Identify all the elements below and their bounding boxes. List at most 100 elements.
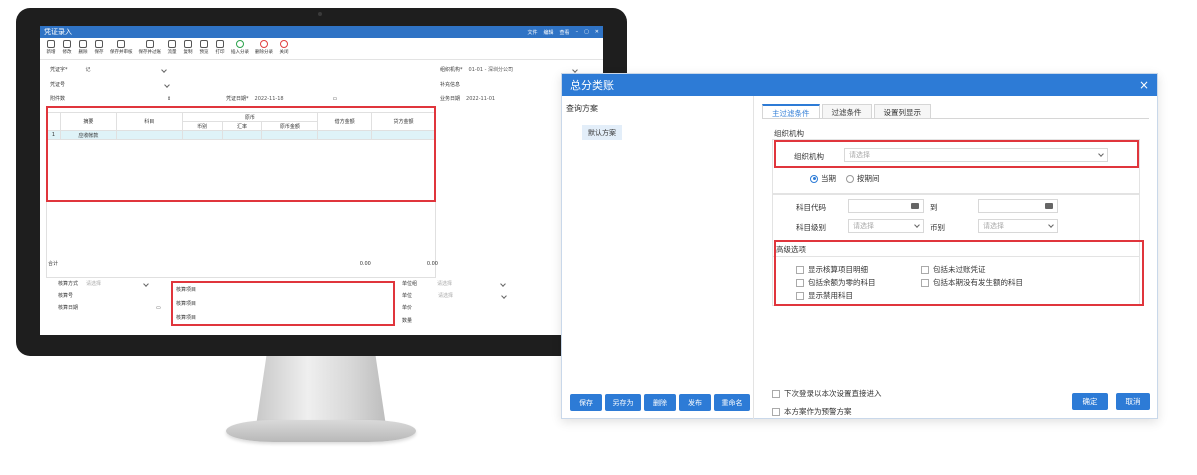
highlight-org	[774, 140, 1139, 168]
biz-date-row: 业务日期 2022-11-01	[440, 95, 496, 103]
stepper-icon[interactable]: ⇕	[167, 96, 171, 102]
org-field[interactable]: 01-01 - 深圳分公司	[469, 66, 567, 73]
tab-main-filter[interactable]: 主过滤条件	[762, 104, 820, 118]
to-label: 到	[930, 203, 938, 212]
rename-button[interactable]: 重命名	[714, 394, 750, 411]
unit-row: 单位 请选择	[402, 292, 507, 299]
org-row: 组织机构* 01-01 - 深圳分公司	[440, 66, 578, 73]
calc-date-row: 核算日期 ▭	[58, 304, 161, 312]
highlight-advanced	[774, 240, 1144, 306]
save-post-button[interactable]: 保存并过账	[137, 40, 164, 59]
quantity-row: 数量	[402, 318, 413, 324]
close-icon[interactable]: ×	[1139, 78, 1149, 92]
save-icon	[95, 40, 103, 48]
chart-icon	[168, 40, 176, 48]
radio-selected-icon	[810, 174, 818, 183]
monitor-screen: 凭证录入 文件 编辑 查看 – ▢ ✕ 新增 修改 删除 保存 保存并审核 保存…	[40, 26, 603, 335]
insert-entry-button[interactable]: 插入分录	[229, 40, 251, 59]
supp-info-row: 补充信息	[440, 82, 461, 88]
voucher-word-select[interactable]: 记	[86, 66, 156, 73]
check-next-login[interactable]: 下次登录以本次设置直接进入	[772, 388, 882, 399]
save-as-button[interactable]: 另存为	[605, 394, 641, 411]
checkbox-icon	[772, 389, 780, 398]
calc-method-row: 核算方式 请选择	[58, 280, 149, 287]
flow-button[interactable]: 流量	[165, 40, 179, 59]
tab-column-display[interactable]: 设置列显示	[873, 104, 931, 118]
check-warning-scheme[interactable]: 本方案作为预警方案	[772, 406, 852, 417]
chevron-down-icon[interactable]	[143, 280, 149, 287]
chevron-down-icon[interactable]	[164, 81, 170, 88]
save-button[interactable]: 保存	[92, 40, 106, 59]
account-code-to[interactable]	[978, 199, 1058, 213]
tab-filter-conditions[interactable]: 过滤条件	[821, 104, 872, 118]
monitor: 凭证录入 文件 编辑 查看 – ▢ ✕ 新增 修改 删除 保存 保存并审核 保存…	[16, 8, 627, 356]
eye-icon	[200, 40, 208, 48]
save-audit-button[interactable]: 保存并审核	[108, 40, 135, 59]
publish-button[interactable]: 发布	[679, 394, 711, 411]
play-icon	[236, 40, 244, 48]
add-icon	[47, 40, 55, 48]
minus-circle-icon	[260, 40, 268, 48]
radio-by-period[interactable]: 按期间	[846, 173, 880, 184]
copy-icon	[184, 40, 192, 48]
folder-icon[interactable]	[911, 203, 919, 209]
unit-group-row: 单位组 请选择	[402, 280, 506, 287]
calendar-icon[interactable]: ▭	[333, 96, 338, 102]
chevron-down-icon[interactable]	[501, 292, 507, 299]
app-toolbar: 新增 修改 删除 保存 保存并审核 保存并过账 流量 复制 预览 打印 插入分录…	[40, 38, 603, 60]
edit-button[interactable]: 修改	[60, 40, 74, 59]
chevron-down-icon[interactable]	[571, 66, 578, 73]
account-level-select[interactable]: 请选择	[848, 219, 924, 233]
cancel-button[interactable]: 取消	[1116, 393, 1150, 410]
filter-panel: 主过滤条件 过滤条件 设置列显示 组织机构 组织机构 请选择 当期 按期间 科目…	[758, 96, 1157, 419]
currency-label: 币别	[930, 223, 945, 232]
radio-empty-icon	[846, 174, 854, 183]
add-button[interactable]: 新增	[44, 40, 58, 59]
print-button[interactable]: 打印	[213, 40, 227, 59]
maximize-icon[interactable]: ▢	[584, 29, 589, 35]
voucher-date-row: 凭证日期* 2022-11-18 ▭	[226, 95, 338, 103]
preview-button[interactable]: 预览	[197, 40, 211, 59]
app-title: 凭证录入	[44, 28, 72, 36]
default-scheme-item[interactable]: 默认方案	[582, 125, 622, 140]
ok-button[interactable]: 确定	[1072, 393, 1108, 410]
unit-price-row: 单价	[402, 305, 413, 311]
calc-method-select[interactable]: 请选择	[86, 280, 136, 287]
scheme-panel-title: 查询方案	[566, 104, 598, 113]
menu-view[interactable]: 查看	[560, 29, 570, 36]
power-icon	[280, 40, 288, 48]
chevron-down-icon[interactable]	[160, 66, 167, 73]
calendar-icon[interactable]: ▭	[156, 305, 161, 311]
tab-divider	[762, 118, 1149, 119]
biz-date-field[interactable]: 2022-11-01	[466, 96, 495, 102]
save-scheme-button[interactable]: 保存	[570, 394, 602, 411]
filter-tabs: 主过滤条件 过滤条件 设置列显示	[762, 104, 933, 118]
copy-button[interactable]: 复制	[181, 40, 195, 59]
org-section-title: 组织机构	[774, 129, 804, 138]
account-code-label: 科目代码	[796, 203, 826, 212]
post-icon	[145, 40, 154, 48]
folder-icon[interactable]	[1045, 203, 1053, 209]
monitor-stand-base	[226, 420, 416, 442]
radio-current-period[interactable]: 当期	[810, 173, 836, 184]
minimize-icon[interactable]: –	[576, 29, 579, 35]
app-titlebar: 凭证录入 文件 编辑 查看 – ▢ ✕	[40, 26, 603, 38]
delete-scheme-button[interactable]: 删除	[644, 394, 676, 411]
chevron-down-icon[interactable]	[500, 280, 506, 287]
menu-edit[interactable]: 编辑	[544, 29, 554, 36]
chevron-down-icon	[1048, 222, 1054, 228]
printer-icon	[216, 40, 224, 48]
close-button[interactable]: 关闭	[277, 40, 291, 59]
delete-entry-button[interactable]: 删除分录	[253, 40, 275, 59]
currency-select[interactable]: 请选择	[978, 219, 1058, 233]
menu-file[interactable]: 文件	[528, 29, 538, 36]
calc-no-row: 核算号	[58, 293, 74, 299]
close-icon[interactable]: ✕	[595, 29, 599, 35]
dialog-title: 总分类账	[570, 79, 614, 92]
voucher-date-field[interactable]: 2022-11-18	[255, 96, 327, 102]
monitor-stand-neck	[256, 356, 386, 426]
account-code-from[interactable]	[848, 199, 924, 213]
account-level-label: 科目级别	[796, 223, 826, 232]
highlight-calc-items	[171, 281, 395, 326]
delete-button[interactable]: 删除	[76, 40, 90, 59]
